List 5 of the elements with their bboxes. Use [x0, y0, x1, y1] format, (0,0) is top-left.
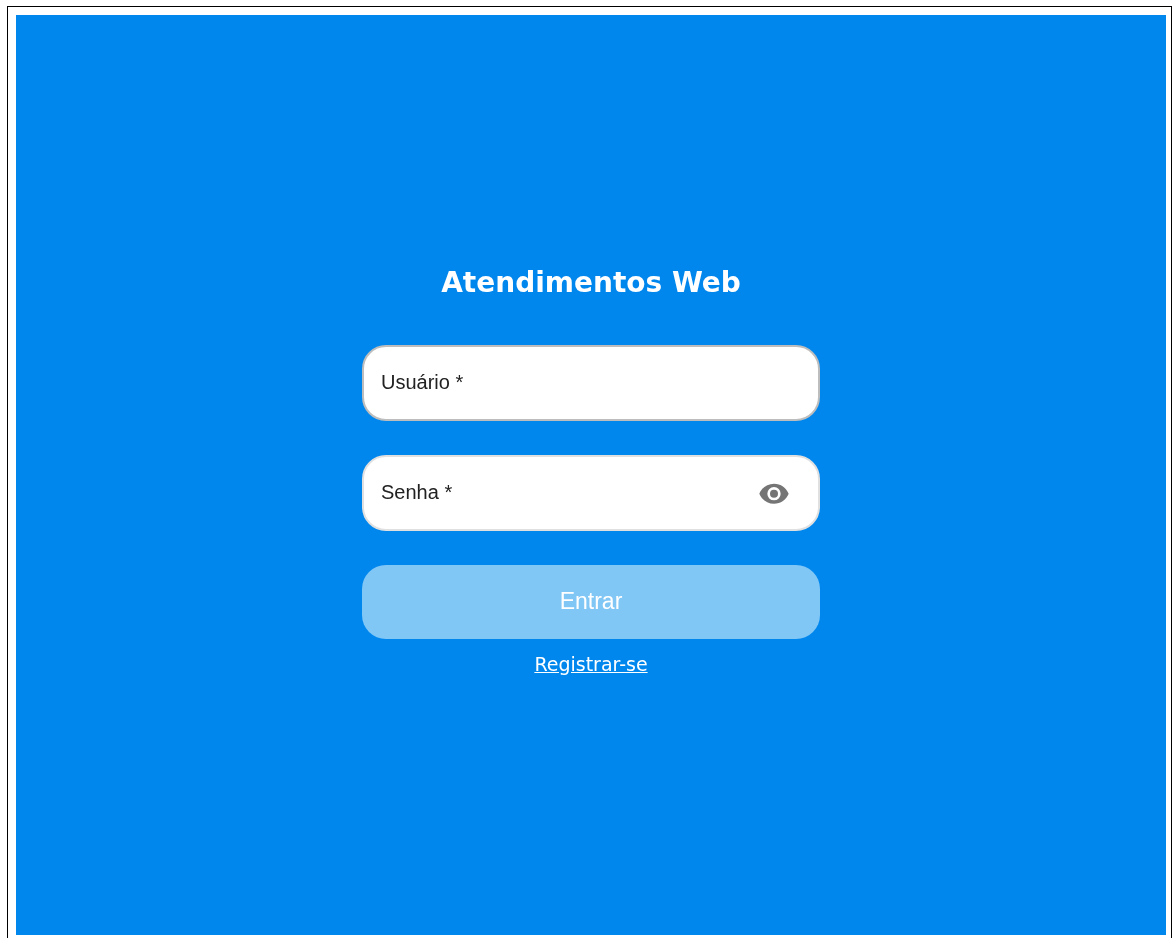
- register-link[interactable]: Registrar-se: [534, 652, 648, 675]
- eye-icon[interactable]: [758, 481, 790, 504]
- app-title: Atendimentos Web: [441, 265, 741, 299]
- password-field[interactable]: Senha *: [362, 454, 820, 531]
- username-field[interactable]: Usuário *: [362, 344, 820, 421]
